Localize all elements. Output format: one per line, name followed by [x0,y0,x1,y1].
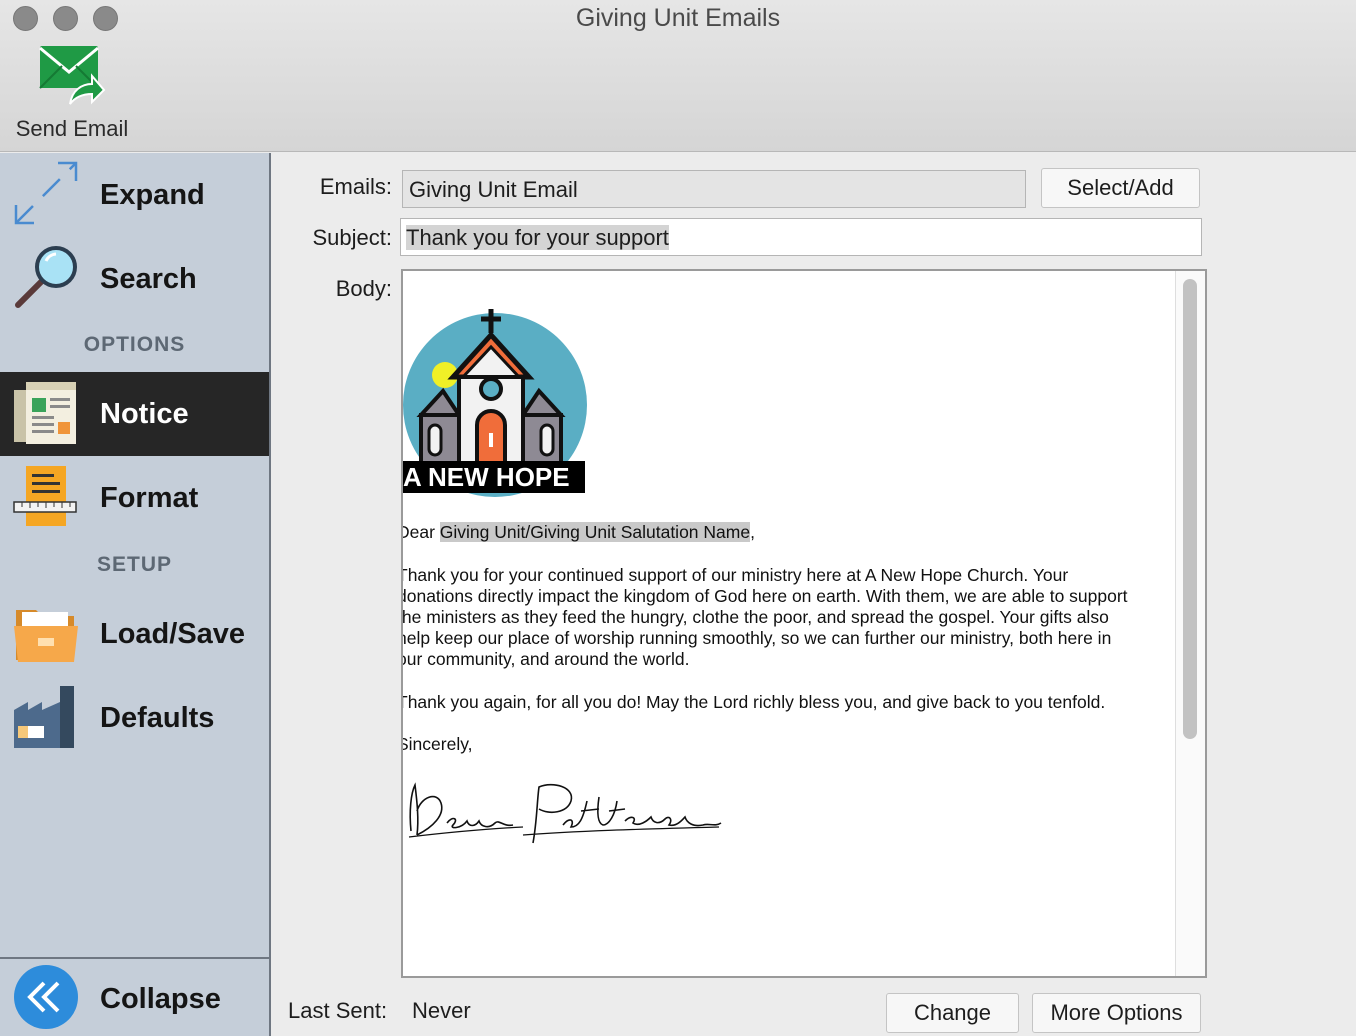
magnifier-icon [15,246,77,308]
signature-image [408,782,722,844]
main-panel: Emails: Giving Unit Email Select/Add Sub… [273,153,1356,1036]
envelope-send-icon [39,46,106,105]
section-header-options: OPTIONS [83,333,186,356]
change-button[interactable]: Change [886,993,1019,1033]
sidebar-item-format[interactable]: Format [0,456,269,540]
sidebar-item-label: Notice [100,398,189,430]
collapse-label: Collapse [100,983,221,1015]
sidebar-item-expand[interactable]: Expand [0,153,269,237]
sidebar-item-label: Search [100,263,197,295]
select-add-button[interactable]: Select/Add [1041,168,1200,208]
collapse-icon [14,965,78,1029]
body-paragraph-line: our community, and around the world. [403,649,690,669]
more-options-button[interactable]: More Options [1032,993,1201,1033]
sidebar-item-notice[interactable]: Notice [0,372,269,456]
sidebar-item-label: Format [100,482,199,514]
sidebar: Expand Search OPTIONS Notice Format SETU… [0,153,271,1036]
body-paragraph-line: Thank you for your continued support of … [403,565,1069,585]
subject-field[interactable]: Thank you for your support [400,218,1202,256]
body-paragraph-2: Thank you again, for all you do! May the… [403,692,1106,712]
body-label: Body: [335,276,392,301]
sidebar-item-label: Defaults [100,702,215,734]
greeting-line: Dear Giving Unit/Giving Unit Salutation … [403,522,1175,543]
sidebar-item-label: Load/Save [100,618,246,650]
body-editor[interactable]: A NEW HOPE Dear Giving Unit/Giving Unit … [401,269,1207,978]
factory-icon [14,686,74,748]
sidebar-item-search[interactable]: Search [0,237,269,321]
greeting-suffix: , [750,522,755,542]
greeting-prefix: Dear [403,522,435,542]
newspaper-icon [14,382,76,444]
subject-text: Thank you for your support [406,225,669,250]
merge-field-salutation[interactable]: Giving Unit/Giving Unit Salutation Name [439,522,751,542]
collapse-button[interactable]: Collapse [0,959,269,1036]
logo-banner-text: A NEW HOPE [403,461,585,493]
body-paragraph-line: donations directly impact the kingdom of… [403,586,1128,606]
body-content[interactable]: A NEW HOPE Dear Giving Unit/Giving Unit … [403,271,1175,976]
sidebar-item-load-save[interactable]: Load/Save [0,592,269,676]
last-sent-label: Last Sent: [288,998,388,1023]
closing-line: Sincerely, [403,734,473,754]
section-header-setup: SETUP [96,553,172,576]
body-scrollbar-thumb[interactable] [1183,279,1197,739]
folder-icon [14,610,78,662]
collapse-area: Collapse [0,957,269,1036]
emails-label: Emails: [319,174,392,199]
body-paragraph-line: help keep our place of worship running s… [403,628,1112,648]
emails-field[interactable]: Giving Unit Email [402,170,1026,208]
title-bar: Giving Unit Emails Send Email [0,0,1356,152]
body-paragraph-line: the ministers as they feed the hungry, c… [403,607,1109,627]
body-scrollbar[interactable] [1175,271,1205,976]
ruler-pencil-icon [13,466,77,526]
last-sent-value: Never [412,998,471,1023]
window-title: Giving Unit Emails [575,4,781,32]
subject-label: Subject: [312,225,393,250]
expand-arrows-icon [14,161,78,225]
send-email-label: Send Email [15,116,129,141]
sidebar-item-label: Expand [100,179,205,211]
send-email-button[interactable]: Send Email [10,44,134,144]
sidebar-item-defaults[interactable]: Defaults [0,676,269,760]
